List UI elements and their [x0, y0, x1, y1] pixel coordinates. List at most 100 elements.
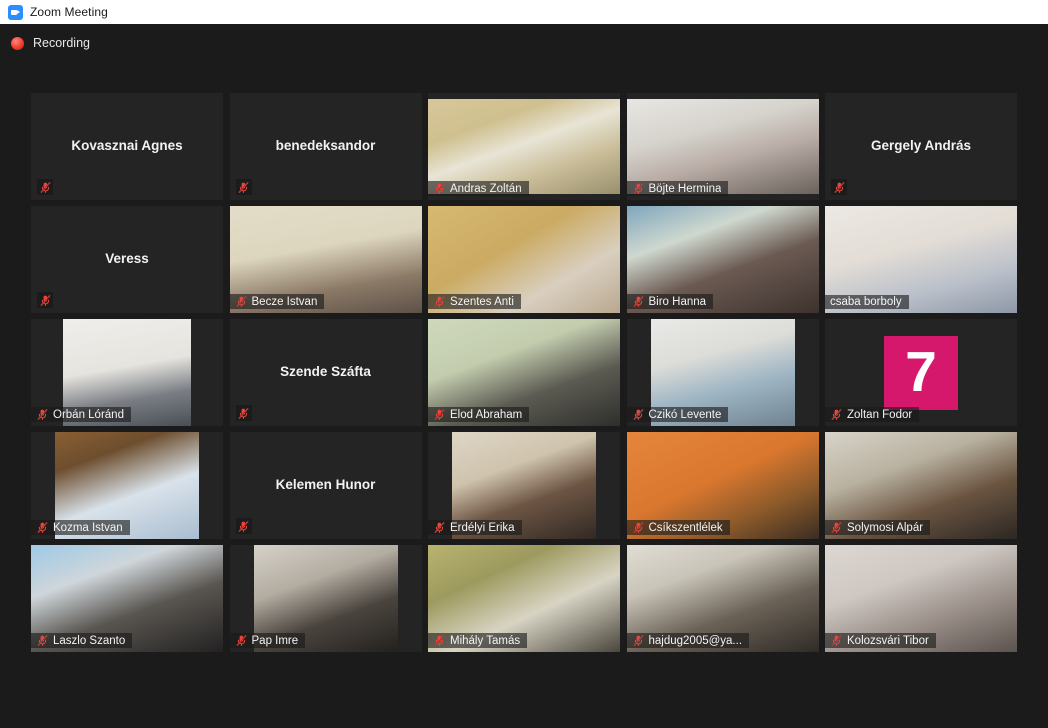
microphone-muted-icon [235, 518, 252, 534]
participant-name-strip: Mihály Tamás [428, 633, 528, 648]
recording-label: Recording [33, 36, 90, 50]
participant-name: Kolozsvári Tibor [847, 634, 929, 647]
participant-name-strip: Kolozsvári Tibor [825, 633, 936, 648]
participant-name: Laszlo Szanto [53, 634, 126, 647]
participant-name: Andras Zoltán [450, 182, 522, 195]
participant-name-strip: Czikó Levente [626, 407, 729, 422]
participant-name-strip: Becze Istvan [229, 294, 325, 309]
participant-name: Orbán Lóránd [53, 408, 124, 421]
microphone-muted-icon [433, 408, 446, 421]
microphone-muted-icon [433, 182, 446, 195]
participant-name: Csíkszentlélek [648, 521, 723, 534]
participant-name-strip: Laszlo Szanto [31, 633, 133, 648]
microphone-muted-icon [830, 634, 843, 647]
participant-name-strip: Biro Hanna [626, 294, 714, 309]
participant-tile[interactable]: hajdug2005@ya... [626, 545, 819, 652]
participant-name: Zoltan Fodor [847, 408, 913, 421]
microphone-muted-icon [36, 408, 49, 421]
participant-tile[interactable]: Orbán Lóránd [31, 319, 223, 426]
participant-tile[interactable]: Elod Abraham [428, 319, 620, 426]
participant-avatar-text: 7 [905, 340, 937, 404]
participant-name: Kovasznai Agnes [71, 138, 183, 154]
participant-gallery-grid: Kovasznai Agnes benedeksandor Andras Zoltá… [31, 93, 1017, 652]
participant-tile[interactable]: 7 Zoltan Fodor [825, 319, 1017, 426]
participant-tile[interactable]: benedeksandor [229, 93, 422, 200]
participant-name: Czikó Levente [648, 408, 722, 421]
participant-name: Böjte Hermina [648, 182, 722, 195]
participant-name: Solymosi Alpár [847, 521, 924, 534]
window-title-bar: Zoom Meeting [0, 0, 1048, 24]
participant-tile[interactable]: Biro Hanna [626, 206, 819, 313]
microphone-muted-icon [36, 634, 49, 647]
participant-tile[interactable]: Kolozsvári Tibor [825, 545, 1017, 652]
participant-name: Erdélyi Erika [450, 521, 515, 534]
microphone-muted-icon [235, 179, 252, 195]
participant-tile[interactable]: Kozma Istvan [31, 432, 223, 539]
participant-name: benedeksandor [275, 138, 376, 154]
participant-tile[interactable]: Veress [31, 206, 223, 313]
participant-name-strip: Kozma Istvan [31, 520, 130, 535]
participant-tile[interactable]: Laszlo Szanto [31, 545, 223, 652]
participant-name-strip: hajdug2005@ya... [626, 633, 750, 648]
participant-tile[interactable]: Szentes Anti [428, 206, 620, 313]
microphone-muted-icon [37, 292, 53, 308]
participant-tile[interactable]: Szende Száfta [229, 319, 422, 426]
participant-name-strip: Orbán Lóránd [31, 407, 131, 422]
participant-tile[interactable]: Andras Zoltán [428, 93, 620, 200]
participant-tile[interactable]: Solymosi Alpár [825, 432, 1017, 539]
participant-name-strip: Erdélyi Erika [428, 520, 522, 535]
participant-tile[interactable]: csaba borboly [825, 206, 1017, 313]
participant-video-feed [626, 99, 819, 194]
microphone-muted-icon [632, 634, 645, 647]
participant-name-strip: Zoltan Fodor [825, 407, 920, 422]
participant-name: csaba borboly [830, 296, 902, 308]
microphone-muted-icon [831, 179, 847, 195]
microphone-muted-icon [37, 179, 53, 195]
participant-tile[interactable]: Csíkszentlélek [626, 432, 819, 539]
microphone-muted-icon [235, 295, 248, 308]
microphone-muted-icon [235, 405, 252, 421]
microphone-muted-icon [830, 408, 843, 421]
zoom-camera-icon [8, 4, 23, 20]
participant-name: Veress [105, 251, 149, 267]
participant-name: Mihály Tamás [450, 634, 521, 647]
recording-status-bar: Recording [0, 24, 1048, 62]
participant-name: Gergely András [870, 138, 972, 154]
participant-tile[interactable]: Czikó Levente [626, 319, 819, 426]
participant-name: Kelemen Hunor [275, 477, 376, 493]
participant-name: Szentes Anti [450, 295, 514, 308]
participant-tile[interactable]: Kelemen Hunor [229, 432, 422, 539]
microphone-muted-icon [433, 634, 446, 647]
participant-tile[interactable]: Böjte Hermina [626, 93, 819, 200]
participant-name: Kozma Istvan [53, 521, 123, 534]
participant-logo-avatar: 7 [884, 335, 958, 410]
participant-tile[interactable]: Becze Istvan [229, 206, 422, 313]
participant-name: hajdug2005@ya... [648, 634, 743, 647]
participant-tile[interactable]: Mihály Tamás [428, 545, 620, 652]
participant-name-strip: csaba borboly [825, 295, 909, 309]
participant-name-strip: Andras Zoltán [428, 181, 529, 196]
participant-name: Pap Imre [251, 634, 299, 647]
participant-name: Biro Hanna [648, 295, 707, 308]
microphone-muted-icon [433, 295, 446, 308]
participant-tile[interactable]: Kovasznai Agnes [31, 93, 223, 200]
participant-name-strip: Böjte Hermina [626, 181, 729, 196]
microphone-muted-icon [632, 295, 645, 308]
record-dot-icon[interactable] [11, 36, 24, 50]
participant-name-strip: Csíkszentlélek [626, 520, 730, 535]
participant-name-strip: Szentes Anti [428, 294, 521, 309]
participant-name-strip: Elod Abraham [428, 407, 530, 422]
participant-name: Becze Istvan [251, 295, 318, 308]
microphone-muted-icon [632, 521, 645, 534]
participant-video-feed [428, 99, 620, 194]
participant-name: Szende Száfta [280, 364, 371, 380]
participant-tile[interactable]: Erdélyi Erika [428, 432, 620, 539]
microphone-muted-icon [830, 521, 843, 534]
microphone-muted-icon [632, 408, 645, 421]
microphone-muted-icon [632, 182, 645, 195]
participant-tile[interactable]: Pap Imre [229, 545, 422, 652]
microphone-muted-icon [36, 521, 49, 534]
participant-tile[interactable]: Gergely András [825, 93, 1017, 200]
participant-name-strip: Pap Imre [229, 633, 306, 648]
participant-name: Elod Abraham [450, 408, 523, 421]
